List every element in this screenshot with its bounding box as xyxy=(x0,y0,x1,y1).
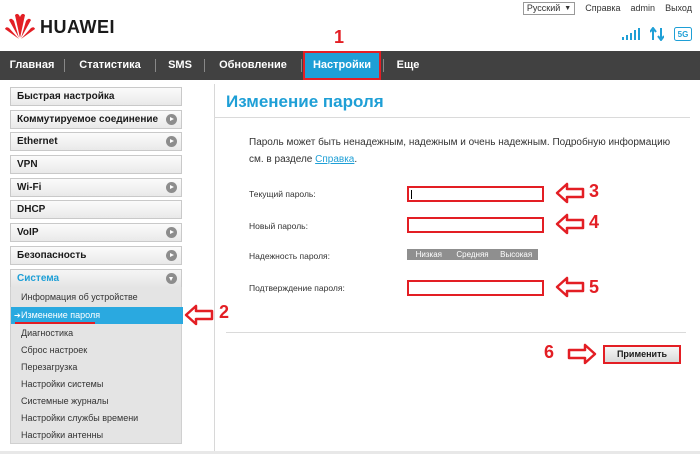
content-border xyxy=(214,84,215,452)
chevron-right-icon xyxy=(166,250,177,261)
submenu-item-factory-reset[interactable]: Сброс настроек xyxy=(11,342,183,359)
annotation-highlight-settings xyxy=(303,51,381,80)
new-password-input[interactable] xyxy=(407,217,544,233)
brand-name: HUAWEI xyxy=(40,17,115,37)
help-section-link[interactable]: Справка xyxy=(315,154,354,165)
sidebar-item-vpn[interactable]: VPN xyxy=(10,155,182,174)
chevron-right-icon xyxy=(166,227,177,238)
nav-item-update[interactable]: Обновление xyxy=(206,51,300,80)
annotation-arrow-left-icon xyxy=(555,276,585,298)
annotation-arrow-left-icon xyxy=(184,304,214,326)
title-divider xyxy=(214,117,690,118)
apply-button[interactable]: Применить xyxy=(603,345,681,364)
submenu-item-antenna-settings[interactable]: Настройки антенны xyxy=(11,427,183,444)
sidebar-item-dialup[interactable]: Коммутируемое соединение xyxy=(10,110,182,129)
sidebar-item-label: Ethernet xyxy=(17,136,58,147)
text-caret xyxy=(411,190,412,199)
form-divider xyxy=(226,332,686,333)
sidebar-item-wifi[interactable]: Wi-Fi xyxy=(10,178,182,197)
nav-separator xyxy=(64,59,65,72)
sidebar-item-label: DHCP xyxy=(17,204,46,215)
up-down-arrows-icon xyxy=(650,27,664,41)
sidebar-item-system[interactable]: Система xyxy=(10,269,182,288)
page-title: Изменение пароля xyxy=(226,92,384,111)
nav-item-statistics[interactable]: Статистика xyxy=(66,51,154,80)
page-description: Пароль может быть ненадежным, надежным и… xyxy=(249,134,689,168)
confirm-password-input[interactable] xyxy=(407,280,544,296)
nav-separator xyxy=(301,59,302,72)
submenu-item-label: Изменение пароля xyxy=(21,310,101,320)
description-line: см. в разделе Справка. xyxy=(249,151,689,168)
nav-item-sms[interactable]: SMS xyxy=(157,51,203,80)
sidebar-item-label: Wi-Fi xyxy=(17,182,42,193)
password-strength-label: Надежность пароля: xyxy=(249,251,331,261)
sidebar-item-ethernet[interactable]: Ethernet xyxy=(10,132,182,151)
signal-icon xyxy=(622,28,640,40)
help-link[interactable]: Справка xyxy=(585,3,620,13)
submenu-item-device-info[interactable]: Информация об устройстве xyxy=(11,289,183,306)
sidebar-item-voip[interactable]: VoIP xyxy=(10,223,182,242)
submenu-item-time-settings[interactable]: Настройки службы времени xyxy=(11,410,183,427)
sidebar-item-dhcp[interactable]: DHCP xyxy=(10,200,182,219)
nav-item-home[interactable]: Главная xyxy=(0,51,64,80)
sidebar-item-label: VPN xyxy=(17,159,38,170)
confirm-password-label: Подтверждение пароля: xyxy=(249,283,345,293)
annotation-step-4: 4 xyxy=(589,212,600,232)
sidebar-item-label: Система xyxy=(17,273,60,284)
nav-separator xyxy=(155,59,156,72)
sidebar-item-label: VoIP xyxy=(17,227,39,238)
chevron-right-icon xyxy=(166,114,177,125)
language-value: Русский xyxy=(526,3,561,13)
chevron-down-icon xyxy=(166,273,177,284)
logout-link[interactable]: Выход xyxy=(665,3,692,13)
nav-separator xyxy=(204,59,205,72)
annotation-arrow-right-icon xyxy=(567,343,597,365)
annotation-step-3: 3 xyxy=(589,181,600,201)
submenu-item-system-settings[interactable]: Настройки системы xyxy=(11,376,183,393)
current-password-label: Текущий пароль: xyxy=(249,189,316,199)
annotation-step-1: 1 xyxy=(334,27,345,47)
status-icons: 5G xyxy=(622,27,692,41)
annotation-step-5: 5 xyxy=(589,277,600,297)
network-type-icon: 5G xyxy=(674,27,692,41)
username: admin xyxy=(630,3,656,13)
description-suffix: . xyxy=(354,154,358,165)
sidebar-item-label: Быстрая настройка xyxy=(17,91,115,102)
system-submenu: Информация об устройстве ➔ Изменение пар… xyxy=(10,287,183,444)
annotation-step-6: 6 xyxy=(544,342,555,362)
submenu-item-system-logs[interactable]: Системные журналы xyxy=(11,393,183,410)
sidebar-item-label: Коммутируемое соединение xyxy=(17,114,159,125)
nav-separator xyxy=(383,59,384,72)
network-type-label: 5G xyxy=(678,30,689,39)
description-line: Пароль может быть ненадежным, надежным и… xyxy=(249,137,671,148)
header: HUAWEI Русский ▼ Справка admin Выход 5G xyxy=(0,0,700,51)
submenu-item-reboot[interactable]: Перезагрузка xyxy=(11,359,183,376)
new-password-label: Новый пароль: xyxy=(249,221,308,231)
nav-item-more[interactable]: Еще xyxy=(385,51,431,80)
description-prefix: см. в разделе xyxy=(249,154,316,165)
annotation-underline xyxy=(15,322,95,324)
submenu-item-diagnostics[interactable]: Диагностика xyxy=(11,325,183,342)
strength-level-high: Высокая xyxy=(500,250,533,259)
chevron-down-icon: ▼ xyxy=(564,4,572,12)
annotation-arrow-left-icon xyxy=(555,182,585,204)
strength-level-low: Низкая xyxy=(415,250,443,259)
password-strength-meter: Низкая Средняя Высокая xyxy=(407,249,538,260)
chevron-right-icon xyxy=(166,136,177,147)
sidebar-item-quick-setup[interactable]: Быстрая настройка xyxy=(10,87,182,106)
strength-level-medium: Средняя xyxy=(456,250,489,259)
sidebar-item-security[interactable]: Безопасность xyxy=(10,246,182,265)
top-links: Русский ▼ Справка admin Выход xyxy=(522,1,692,15)
sidebar-item-label: Безопасность xyxy=(17,250,87,261)
annotation-arrow-left-icon xyxy=(555,213,585,235)
annotation-step-2: 2 xyxy=(219,302,230,322)
current-password-input[interactable] xyxy=(407,186,544,202)
language-select[interactable]: Русский ▼ xyxy=(522,1,576,15)
chevron-right-icon xyxy=(166,182,177,193)
huawei-logo-icon xyxy=(5,13,35,39)
